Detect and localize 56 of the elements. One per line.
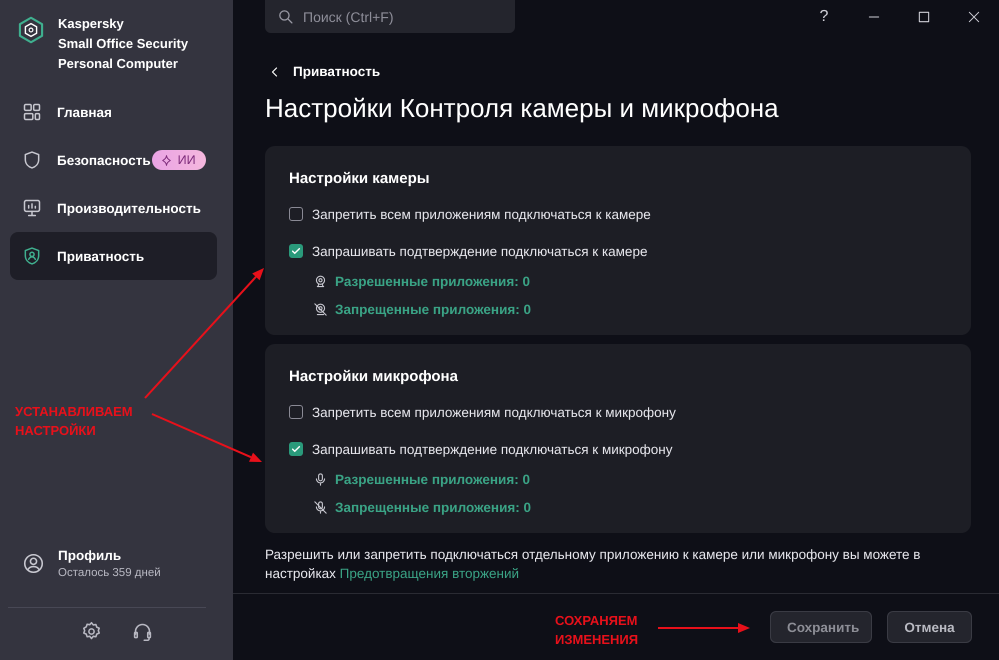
camera-icon [313, 274, 328, 288]
info-text: Разрешить или запретить подключаться отдельному приложению к камере или микрофону вы можете в настройках Предотвращения вторжений [265, 546, 922, 583]
product-name: Personal Computer [58, 55, 179, 73]
sidebar-item[interactable]: Безопасность ИИ [10, 136, 217, 184]
page-title: Настройки Контроля камеры и микрофона [265, 93, 780, 124]
apps-link[interactable]: Запрещенные приложения: 0 [335, 500, 532, 514]
checkbox[interactable] [289, 207, 303, 221]
checkbox[interactable] [289, 405, 303, 419]
save-button[interactable]: Сохранить [770, 611, 872, 643]
product-name: Kaspersky [58, 15, 125, 33]
ai-badge: ИИ [152, 150, 206, 170]
checkmark-icon [291, 444, 301, 454]
sidebar-item-label: Приватность [57, 248, 144, 264]
hexagon-logo-icon [17, 14, 45, 46]
sidebar-item[interactable]: Производительность [10, 184, 217, 232]
checkbox-label: Запретить всем приложениям подключаться к микрофону [312, 404, 676, 420]
annotation-text: УСТАНАВЛИВАЕМ НАСТРОЙКИ [15, 403, 134, 440]
checkbox-label: Запрашивать подтверждение подключаться к камере [312, 244, 648, 258]
sidebar-item-label: Производительность [57, 200, 201, 216]
checkbox[interactable] [289, 244, 303, 258]
sidebar-item-label: Главная [57, 104, 112, 120]
section-title: Настройки микрофона [289, 368, 459, 385]
annotation-text: СОХРАНЯЕМ ИЗМЕНЕНИЯ [555, 612, 640, 649]
search-icon [277, 8, 294, 25]
section-title: Настройки камеры [289, 170, 431, 187]
settings-link[interactable]: Предотвращения вторжений [340, 566, 520, 581]
sidebar-item[interactable]: Приватность [10, 232, 217, 280]
user-circle-icon [23, 552, 44, 574]
checkmark-icon [291, 246, 301, 256]
grid-icon [22, 102, 42, 122]
product-name: Small Office Security [58, 35, 188, 53]
apps-link[interactable]: Запрещенные приложения: 0 [335, 302, 532, 316]
profile-title: Профиль [58, 548, 122, 562]
checkbox-label: Запрашивать подтверждение подключаться к микрофону [312, 442, 673, 456]
microphone-icon [313, 472, 328, 486]
shield-icon [22, 150, 42, 170]
sidebar-item[interactable]: Главная [10, 88, 217, 136]
help-button[interactable]: ? [799, 0, 849, 33]
profile-item[interactable]: Профиль Осталось 359 дней [0, 537, 233, 589]
sparkle-icon [160, 154, 173, 166]
checkbox-label: Запретить всем приложениям подключаться к камере [312, 206, 651, 222]
maximize-icon[interactable] [917, 10, 931, 24]
microphone-off-icon [313, 500, 328, 514]
cancel-button[interactable]: Отмена [887, 611, 972, 643]
headset-icon[interactable] [132, 621, 152, 642]
camera-off-icon [313, 302, 328, 316]
sidebar-item-label: Безопасность [57, 152, 151, 168]
apps-link[interactable]: Разрешенные приложения: 0 [335, 274, 530, 288]
monitor-icon [22, 198, 42, 218]
back-link[interactable]: Приватность [269, 64, 380, 79]
checkbox[interactable] [289, 442, 303, 456]
search-field[interactable]: Поиск (Ctrl+F) [265, 0, 515, 33]
apps-link[interactable]: Разрешенные приложения: 0 [335, 472, 530, 486]
subscription-days-text: Осталось 359 дней [58, 566, 161, 578]
settings-icon[interactable] [80, 621, 102, 642]
shield-user-icon [22, 246, 42, 266]
